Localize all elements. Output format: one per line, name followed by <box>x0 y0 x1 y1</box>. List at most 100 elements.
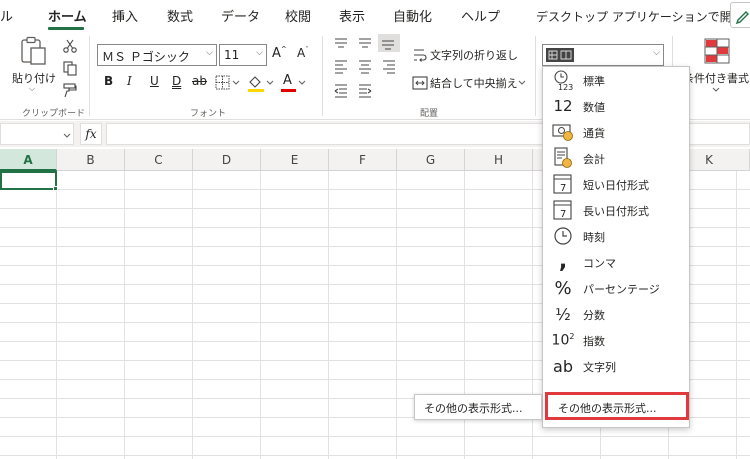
column-gridline <box>56 171 57 459</box>
number-format-label: コンマ <box>583 257 616 270</box>
svg-text:123: 123 <box>558 83 573 91</box>
tab-file[interactable]: ル <box>0 6 13 25</box>
column-header-h[interactable]: H <box>465 149 533 171</box>
number-format-label: 指数 <box>583 335 605 348</box>
tab-automate[interactable]: 自動化 <box>393 6 432 25</box>
number-format-option-general[interactable]: 123 標準 <box>543 67 689 93</box>
accounting-icon <box>551 147 575 169</box>
merge-center-button[interactable]: 結合して中央揃え <box>412 72 528 94</box>
font-color-button[interactable]: A <box>280 73 310 93</box>
number-format-label: 標準 <box>583 75 605 88</box>
font-color-letter: A <box>283 73 292 88</box>
chevron-down-icon: ⌵ <box>653 48 660 58</box>
chevron-down-icon: ⌵ <box>256 48 263 58</box>
row-gridline <box>0 455 750 456</box>
column-header-c[interactable]: C <box>125 149 193 171</box>
decrease-font-size-button[interactable]: Aˇ <box>297 46 309 60</box>
more-number-formats-tooltip: その他の表示形式... <box>414 394 542 420</box>
font-name-select[interactable]: ＭＳ Ｐゴシック ⌵ <box>97 44 217 66</box>
number-format-select[interactable]: ⌵ <box>542 44 664 66</box>
conditional-formatting-icon <box>704 38 730 64</box>
column-header-d[interactable]: D <box>193 149 261 171</box>
text-ab-icon: ab <box>553 356 573 376</box>
increase-font-size-button[interactable]: A^ <box>272 46 287 61</box>
number-format-label: 通貨 <box>583 127 605 140</box>
format-painter-button[interactable] <box>60 80 80 100</box>
chevron-down-icon <box>63 133 71 138</box>
number-12-icon: 12 <box>553 97 573 115</box>
font-color-swatch <box>281 89 296 92</box>
tab-data[interactable]: データ <box>221 6 260 25</box>
number-format-option-text[interactable]: ab 文字列 <box>543 353 689 379</box>
number-format-label: パーセンテージ <box>583 283 660 296</box>
tab-insert[interactable]: 挿入 <box>112 6 138 25</box>
font-size-value: 11 <box>224 48 240 62</box>
number-format-option-long-date[interactable]: 7 長い日付形式 <box>543 197 689 223</box>
number-format-label: 数値 <box>583 101 605 114</box>
chevron-down-icon <box>712 87 720 92</box>
bold-button[interactable]: B <box>104 74 113 88</box>
font-size-select[interactable]: 11 ⌵ <box>219 44 267 66</box>
group-divider <box>322 36 323 116</box>
merge-cells-icon <box>412 76 428 90</box>
insert-function-button[interactable]: fx <box>80 123 102 145</box>
italic-button[interactable]: I <box>127 74 132 88</box>
scissors-icon <box>63 39 77 53</box>
chevron-down-icon <box>518 80 526 85</box>
chevron-down-icon: ⌵ <box>29 84 36 93</box>
number-format-option-currency[interactable]: 通貨 <box>543 119 689 145</box>
tab-review[interactable]: 校閲 <box>285 6 311 25</box>
double-underline-button[interactable]: D <box>172 74 181 88</box>
border-grid-icon <box>215 75 240 90</box>
wrap-text-label: 文字列の折り返し <box>430 49 518 62</box>
paste-button[interactable]: 貼り付け ⌵ <box>10 34 56 96</box>
column-header-f[interactable]: F <box>329 149 397 171</box>
column-header-e[interactable]: E <box>261 149 329 171</box>
tab-home[interactable]: ホーム <box>48 6 87 25</box>
percent-icon: % <box>554 277 572 299</box>
more-number-formats-button[interactable]: その他の表示形式... <box>545 392 689 420</box>
active-cell-a1[interactable] <box>0 171 57 190</box>
column-gridline <box>396 171 397 459</box>
tab-formulas[interactable]: 数式 <box>167 6 193 25</box>
column-header-g[interactable]: G <box>397 149 465 171</box>
fill-color-button[interactable] <box>246 73 276 93</box>
number-format-current <box>546 48 574 62</box>
editing-mode-button[interactable] <box>730 2 750 28</box>
number-format-option-number[interactable]: 12 数値 <box>543 93 689 119</box>
cut-button[interactable] <box>60 36 80 56</box>
number-format-option-time[interactable]: 時刻 <box>543 223 689 249</box>
paint-bucket-icon <box>248 76 274 92</box>
number-format-option-percentage[interactable]: % パーセンテージ <box>543 275 689 301</box>
copy-button[interactable] <box>60 58 80 78</box>
fill-handle[interactable] <box>53 186 58 191</box>
tab-view[interactable]: 表示 <box>339 6 365 25</box>
borders-button[interactable] <box>215 75 241 91</box>
clock-icon <box>551 225 575 247</box>
number-format-dropdown: 123 標準 12 数値 通貨 会計 7 短い日付形式 7 長い日付形式 時刻 <box>542 66 690 428</box>
merge-center-label: 結合して中央揃え <box>430 77 518 90</box>
clipboard-group-label: クリップボード <box>22 109 86 119</box>
strikethrough-button[interactable]: ab <box>192 74 207 88</box>
number-format-option-fraction[interactable]: ½ 分数 <box>543 301 689 327</box>
number-format-option-accounting[interactable]: 会計 <box>543 145 689 171</box>
chevron-down-icon <box>298 80 306 85</box>
name-box[interactable] <box>0 123 74 145</box>
tab-help[interactable]: ヘルプ <box>461 6 500 25</box>
conditional-formatting-button[interactable]: 条件付き書式 <box>680 34 750 100</box>
number-format-label: 会計 <box>583 153 605 166</box>
more-number-formats-label: その他の表示形式... <box>558 402 657 415</box>
number-format-option-scientific[interactable]: 102 指数 <box>543 327 689 353</box>
number-format-current-glyphs <box>548 50 572 60</box>
column-gridline <box>328 171 329 459</box>
tab-open-desktop-app[interactable]: デスクトップ アプリケーションで開く <box>536 8 744 25</box>
number-format-label: 短い日付形式 <box>583 179 649 192</box>
number-format-label: 文字列 <box>583 361 616 374</box>
column-header-b[interactable]: B <box>57 149 125 171</box>
underline-button[interactable]: U <box>150 74 159 88</box>
column-header-a[interactable]: A <box>0 149 57 171</box>
number-format-option-short-date[interactable]: 7 短い日付形式 <box>543 171 689 197</box>
number-format-label: 長い日付形式 <box>583 205 649 218</box>
wrap-text-button[interactable]: 文字列の折り返し <box>412 44 528 66</box>
number-format-option-comma[interactable]: , コンマ <box>543 249 689 275</box>
